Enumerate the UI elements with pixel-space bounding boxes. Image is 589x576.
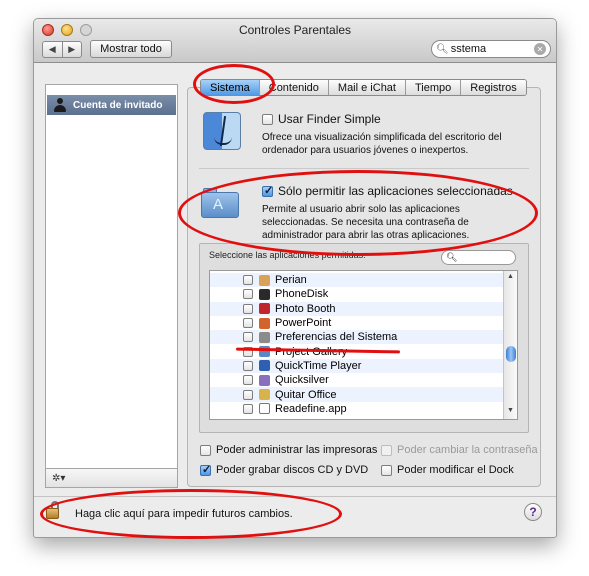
user-list: Cuenta de invitado [45,84,178,488]
help-button[interactable]: ? [524,503,542,521]
show-all-button[interactable]: Mostrar todo [90,40,172,58]
sidebar-item-label: Cuenta de invitado [73,99,163,111]
app-icon [259,374,270,386]
simple-finder-option[interactable]: Usar Finder Simple [262,112,381,126]
back-forward-control: ◀ ▶ [42,41,82,58]
burn-discs-checkbox[interactable] [200,463,211,476]
app-icon [259,403,270,415]
list-item[interactable]: Readefine.app [210,402,517,416]
app-checkbox[interactable] [243,403,253,414]
app-icon [259,389,270,401]
search-icon: 🔍︎ [446,252,458,262]
title-bar: Controles Parentales ◀ ▶ Mostrar todo 🔍︎… [34,19,556,63]
app-name: Quitar Office [275,388,337,401]
app-checkbox[interactable] [243,318,253,329]
app-name: PhoneDisk [275,288,329,301]
app-icon [259,303,270,315]
list-item[interactable]: Quicksilver [210,373,517,387]
allowed-apps-label: Seleccione las aplicaciones permitidas: [209,250,366,260]
list-item[interactable]: QuickTime Player [210,358,517,374]
printers-option[interactable]: Poder administrar las impresoras [200,444,377,456]
actions-menu-button[interactable]: ✲▾ [45,468,178,488]
list-item[interactable]: Perian [210,273,517,288]
gear-icon: ✲▾ [52,472,66,484]
back-arrow-icon[interactable]: ◀ [43,42,63,57]
printers-label: Poder administrar las impresoras [216,444,378,456]
finder-icon [203,112,241,150]
app-name: Preferencias del Sistema [275,331,398,344]
search-field[interactable]: 🔍︎ sstema ✕ [431,40,551,58]
app-name: Perian [275,274,307,287]
forward-arrow-icon[interactable]: ▶ [63,42,82,57]
clear-search-icon[interactable]: ✕ [534,43,546,55]
scroll-up-icon[interactable]: ▲ [507,273,514,280]
lock-message[interactable]: Haga clic aquí para impedir futuros camb… [75,508,293,520]
app-name: Photo Booth [275,302,336,315]
applications-folder-icon: A [201,180,241,220]
tab-contenido[interactable]: Contenido [259,80,329,95]
tab-mail-ichat[interactable]: Mail e iChat [328,80,406,95]
limit-apps-checkbox[interactable] [262,184,273,197]
change-password-label: Poder cambiar la contraseña [397,444,538,456]
sidebar-item-guest[interactable]: Cuenta de invitado [47,95,176,115]
app-name: Readefine.app [275,402,347,415]
change-password-checkbox [381,444,392,456]
app-icon [259,274,270,286]
search-input[interactable]: sstema [451,43,534,55]
scroll-down-icon[interactable]: ▼ [507,407,514,414]
tab-tiempo[interactable]: Tiempo [405,80,462,95]
list-item[interactable]: Preferencias del Sistema [210,330,517,345]
limit-apps-description: Permite al usuario abrir solo las aplica… [262,204,470,241]
app-icon [259,288,270,300]
user-icon [53,98,67,112]
tab-bar: Sistema Contenido Mail e iChat Tiempo Re… [200,79,527,96]
list-item[interactable]: Photo Booth [210,301,517,316]
simple-finder-checkbox[interactable] [262,113,273,125]
modify-dock-checkbox[interactable] [381,464,392,476]
section-divider [199,168,529,169]
tab-registros[interactable]: Registros [461,80,526,95]
apps-scrollbar[interactable]: ▲ ▼ [503,271,517,419]
app-checkbox[interactable] [243,389,253,400]
lock-icon[interactable] [46,501,60,519]
app-icon [259,331,270,343]
app-checkbox[interactable] [243,275,253,286]
simple-finder-label: Usar Finder Simple [278,112,381,126]
modify-dock-option[interactable]: Poder modificar el Dock [381,464,514,476]
burn-discs-label: Poder grabar discos CD y DVD [216,464,369,476]
app-checkbox[interactable] [243,303,253,314]
app-checkbox[interactable] [243,332,253,343]
allowed-apps-list[interactable]: Perian PhoneDisk Photo Booth PowerPoint … [209,270,518,420]
app-search-input[interactable]: 🔍︎ [441,250,516,265]
list-item[interactable]: PowerPoint [210,316,517,330]
scroll-thumb[interactable] [506,346,516,362]
app-checkbox[interactable] [243,375,253,386]
app-icon [259,317,270,329]
footer-divider [34,496,556,497]
window-title: Controles Parentales [238,23,352,37]
app-name: Quicksilver [275,374,329,387]
printers-checkbox[interactable] [200,444,211,456]
burn-discs-option[interactable]: Poder grabar discos CD y DVD [200,463,369,476]
tab-sistema[interactable]: Sistema [201,80,260,95]
modify-dock-label: Poder modificar el Dock [397,464,514,476]
change-password-option: Poder cambiar la contraseña [381,444,538,456]
simple-finder-description: Ofrece una visualización simplificada de… [262,132,502,156]
app-name: QuickTime Player [275,359,362,372]
app-icon [259,360,270,372]
app-checkbox[interactable] [243,289,253,300]
limit-apps-label: Sólo permitir las aplicaciones seleccion… [278,184,513,198]
limit-apps-option[interactable]: Sólo permitir las aplicaciones seleccion… [262,184,513,198]
search-icon: 🔍︎ [436,43,449,55]
list-item[interactable]: Quitar Office [210,387,517,402]
app-checkbox[interactable] [243,360,253,371]
list-item[interactable]: PhoneDisk [210,287,517,301]
app-name: PowerPoint [275,317,332,330]
